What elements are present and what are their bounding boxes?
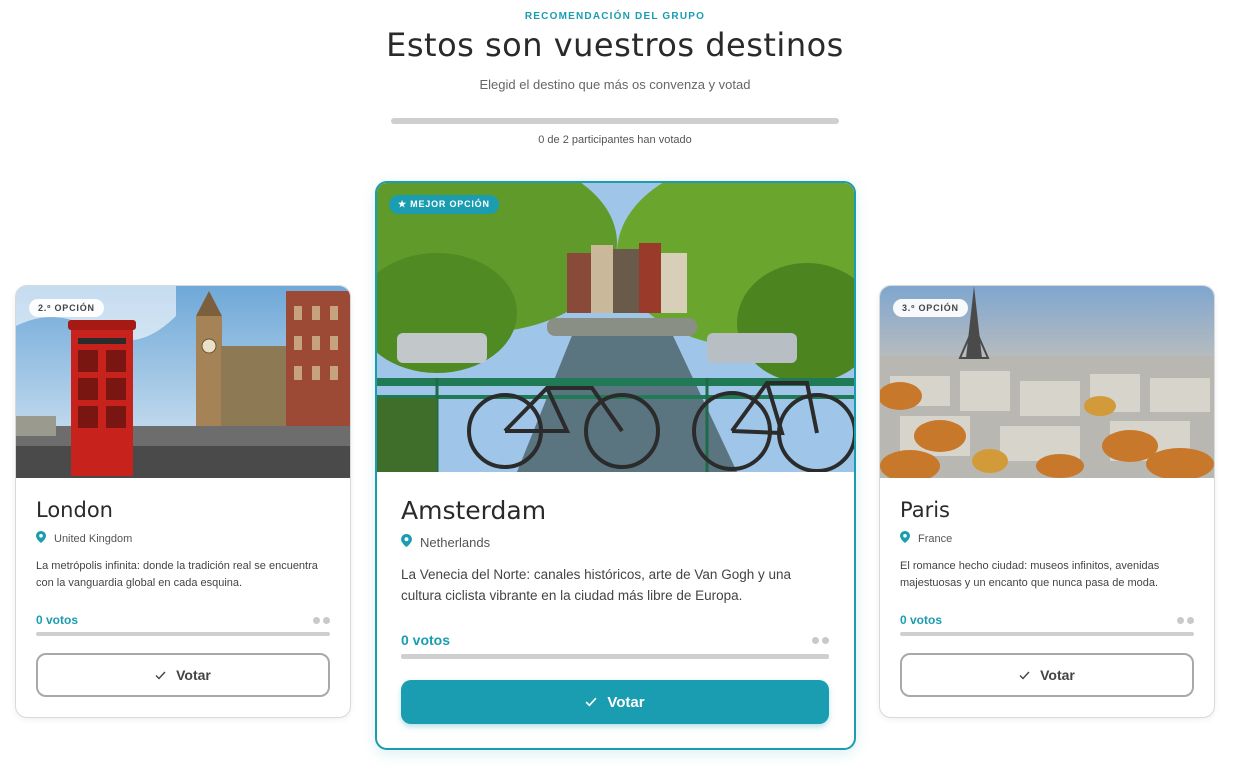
destination-description: El romance hecho ciudad: museos infinito… [900,560,1160,590]
voter-dot [313,616,320,624]
page-subtitle: Elegid el destino que más os convenza y … [479,77,751,92]
destination-city: Paris [900,498,950,522]
location-pin-icon [401,534,412,550]
location-pin-icon [36,531,46,546]
vote-count: 0 votos [401,632,451,648]
participation-progress-text: 0 de 2 participantes han votado [538,134,692,146]
voter-dot [1187,616,1194,624]
vote-button-label: Votar [176,667,211,683]
vote-button-amsterdam[interactable]: Votar [401,680,829,724]
vote-summary: 0 votos [36,613,330,627]
vote-progress-bar [36,632,330,636]
destination-country: France [900,531,952,546]
vote-button-label: Votar [607,693,645,711]
vote-progress-bar [900,632,1194,636]
destination-card-amsterdam: ★ MEJOR OPCIÓN Amsterdam Netherlands La … [375,181,856,750]
destination-country-label: France [918,532,953,545]
check-icon [1019,667,1030,683]
check-icon [155,667,166,683]
destination-country: Netherlands [401,534,490,550]
vote-button-label: Votar [1040,667,1075,683]
vote-button-paris[interactable]: Votar [900,653,1194,697]
destination-country-label: United Kingdom [54,532,133,545]
vote-summary: 0 votos [900,613,1194,627]
destination-description: La Venecia del Norte: canales históricos… [401,567,791,603]
destination-country: United Kingdom [36,531,132,546]
destination-city: London [36,498,113,522]
destination-card-paris: 3.º OPCIÓN Paris France El romance hecho… [879,285,1215,718]
vote-summary: 0 votos [401,632,829,648]
vote-count: 0 votos [36,613,79,627]
destination-card-london: 2.º OPCIÓN London United Kingdom La metr… [15,285,351,718]
destination-photo-amsterdam [377,183,854,472]
vote-button-london[interactable]: Votar [36,653,330,697]
voter-avatars [313,616,330,624]
voter-avatars [1177,616,1194,624]
rank-badge: 3.º OPCIÓN [893,299,968,317]
vote-progress-bar [401,654,829,659]
participation-progress-bar [391,118,839,124]
vote-count: 0 votos [900,613,943,627]
amsterdam-photo-illustration [377,183,854,472]
voter-avatars [812,636,829,644]
voter-dot [323,616,330,624]
destination-description: La metrópolis infinita: donde la tradici… [36,560,318,590]
voter-dot [812,636,819,644]
page-title: Estos son vuestros destinos [386,26,844,64]
location-pin-icon [900,531,910,546]
eyebrow-label: RECOMENDACIÓN DEL GRUPO [524,11,706,22]
check-icon [585,694,597,711]
voter-dot [1177,616,1184,624]
best-option-badge: ★ MEJOR OPCIÓN [389,195,499,214]
rank-badge: 2.º OPCIÓN [29,299,104,317]
destination-country-label: Netherlands [420,534,491,550]
destination-city: Amsterdam [401,496,547,525]
voter-dot [822,636,829,644]
